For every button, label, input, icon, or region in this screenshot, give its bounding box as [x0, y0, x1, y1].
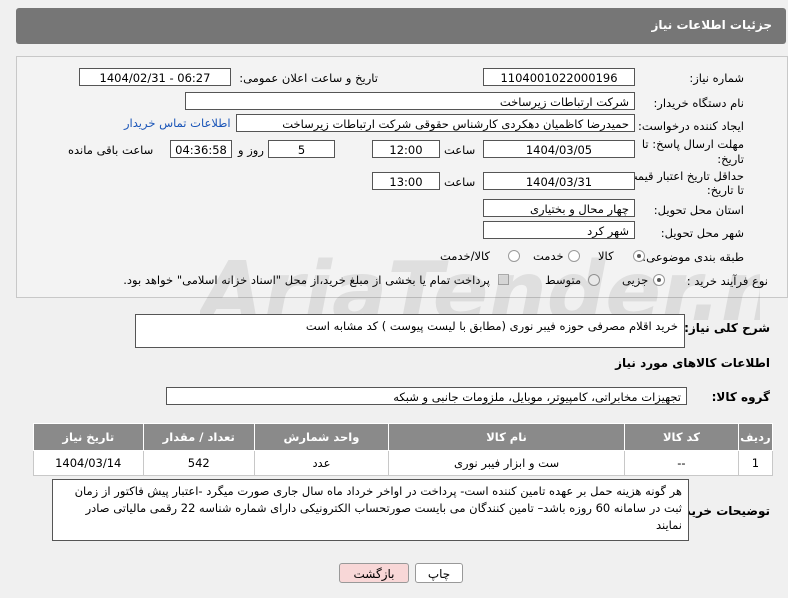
buyer-notes-textarea[interactable]: هر گونه هزینه حمل بر عهده تامین کننده اس… [52, 479, 689, 541]
price-validity-label-2: تا تاریخ: [706, 183, 744, 197]
buyer-contact-link[interactable]: اطلاعات تماس خریدار [124, 116, 231, 130]
need-number-field[interactable]: 1104001022000196 [483, 68, 635, 86]
need-number-label: شماره نیاز: [689, 71, 744, 85]
price-validity-time-field[interactable]: 13:00 [372, 172, 440, 190]
goods-table-header-row: ردیف کد کالا نام کالا واحد شمارش تعداد /… [33, 423, 774, 451]
cell-item-name: ست و ابزار فیبر نوری [387, 450, 626, 476]
summary-text: خرید اقلام مصرفی حوزه فیبر نوری (مطابق ب… [305, 319, 678, 333]
cell-row-number: 1 [737, 450, 774, 476]
city-label: شهر محل تحویل: [660, 226, 744, 240]
summary-label: شرح کلی نیاز: [684, 321, 770, 335]
reply-time-label: ساعت [444, 143, 476, 157]
price-validity-label: حداقل تاریخ اعتبار قیمت: [622, 169, 744, 183]
col-header-quantity: تعداد / مقدار [142, 423, 255, 451]
col-header-row-number: ردیف [737, 423, 774, 451]
category-service-label: خدمت [533, 249, 564, 263]
col-header-need-date: تاریخ نیاز [33, 423, 144, 451]
city-field[interactable]: شهر کرد [483, 221, 635, 239]
category-service-radio[interactable] [568, 250, 580, 262]
province-label: استان محل تحویل: [653, 203, 744, 217]
reply-time-field[interactable]: 12:00 [372, 140, 440, 158]
creator-field[interactable]: حمیدرضا کاظمیان دهکردی کارشناس حقوقی شرک… [236, 114, 635, 132]
remaining-days-field[interactable]: 5 [268, 140, 335, 158]
buyer-org-label: نام دستگاه خریدار: [653, 96, 744, 110]
category-label: طبقه بندی موضوعی: [642, 250, 744, 264]
process-medium-radio[interactable] [588, 274, 600, 286]
panel-header: جزئیات اطلاعات نیاز [16, 8, 786, 44]
price-validity-date-field[interactable]: 1404/03/31 [483, 172, 635, 190]
days-label: روز و [238, 143, 264, 157]
goods-table: ردیف کد کالا نام کالا واحد شمارش تعداد /… [33, 423, 774, 476]
treasury-payment-checkbox[interactable] [498, 274, 509, 285]
announce-datetime-field[interactable]: 1404/02/31 - 06:27 [79, 68, 231, 86]
category-goods-service-radio[interactable] [508, 250, 520, 262]
category-goods-service-label: کالا/خدمت [440, 249, 491, 263]
cell-unit: عدد [253, 450, 389, 476]
goods-group-field[interactable]: تجهیزات مخابراتی، کامپیوتر، موبایل، ملزو… [166, 387, 687, 405]
reply-deadline-label: مهلت ارسال پاسخ: تا [641, 137, 744, 151]
col-header-unit: واحد شمارش [253, 423, 389, 451]
buyer-org-field[interactable]: شرکت ارتباطات زیرساخت [185, 92, 635, 110]
print-button[interactable]: چاپ [415, 563, 463, 583]
back-button[interactable]: بازگشت [339, 563, 409, 583]
table-row[interactable]: 1 -- ست و ابزار فیبر نوری عدد 542 1404/0… [33, 450, 774, 476]
reply-deadline-label-2: تاریخ: [717, 152, 744, 166]
cell-quantity: 542 [142, 450, 255, 476]
goods-group-label: گروه کالا: [711, 390, 770, 404]
creator-label: ایجاد کننده درخواست: [638, 119, 744, 133]
category-goods-label: کالا [598, 249, 614, 263]
cell-item-code: -- [624, 450, 739, 476]
process-partial-label: جزیی [622, 273, 649, 287]
process-type-label: نوع فرآیند خرید : [686, 274, 768, 288]
buyer-notes-text: هر گونه هزینه حمل بر عهده تامین کننده اس… [74, 484, 682, 532]
remaining-time-field[interactable]: 04:36:58 [170, 140, 232, 158]
summary-textarea[interactable]: خرید اقلام مصرفی حوزه فیبر نوری (مطابق ب… [135, 314, 685, 348]
col-header-item-code: کد کالا [624, 423, 739, 451]
remaining-time-label: ساعت باقی مانده [68, 143, 154, 157]
page-title: جزئیات اطلاعات نیاز [651, 18, 772, 32]
province-field[interactable]: چهار محال و بختیاری [483, 199, 635, 217]
col-header-item-name: نام کالا [387, 423, 626, 451]
treasury-payment-note: پرداخت تمام یا بخشی از مبلغ خرید،از محل … [123, 273, 490, 287]
price-time-label: ساعت [444, 175, 476, 189]
process-medium-label: متوسط [545, 273, 582, 287]
category-goods-radio[interactable] [633, 250, 645, 262]
goods-section-title: اطلاعات کالاهای مورد نیاز [615, 356, 770, 370]
cell-need-date: 1404/03/14 [33, 450, 144, 476]
process-partial-radio[interactable] [653, 274, 665, 286]
reply-date-field[interactable]: 1404/03/05 [483, 140, 635, 158]
announce-datetime-label: تاریخ و ساعت اعلان عمومی: [239, 71, 378, 85]
